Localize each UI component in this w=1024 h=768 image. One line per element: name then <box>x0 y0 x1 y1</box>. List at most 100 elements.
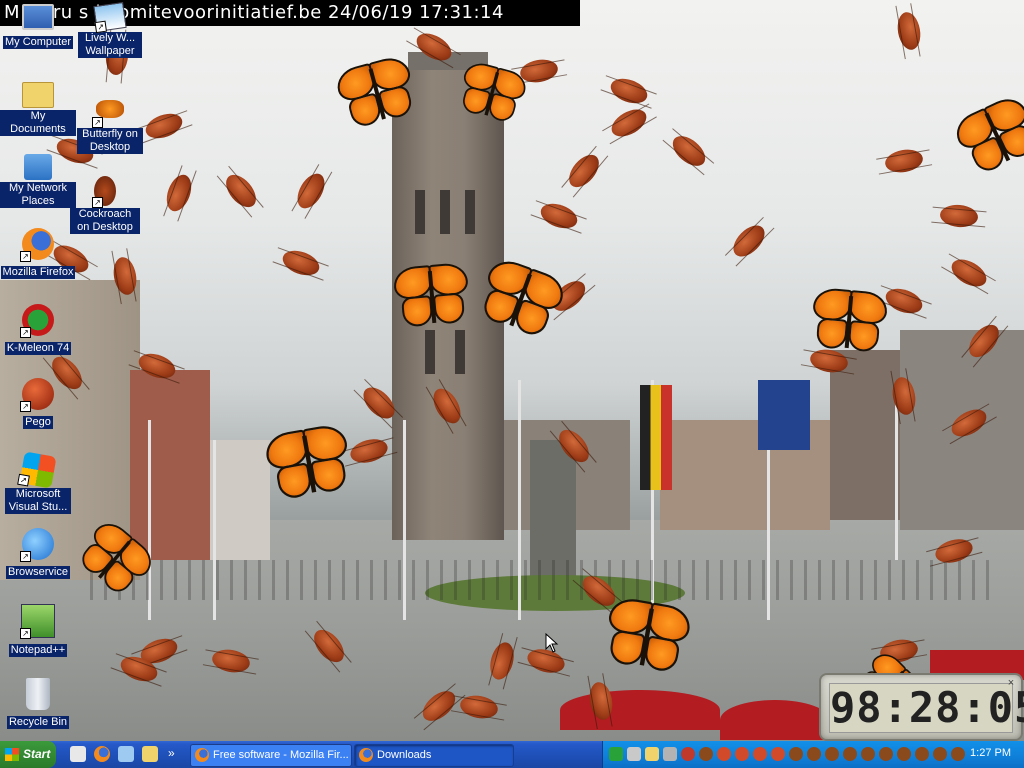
cockroach-icon[interactable] <box>699 747 713 761</box>
crowd <box>90 560 990 600</box>
butterfly[interactable] <box>262 422 355 503</box>
red-awning <box>720 700 830 740</box>
icon-label: Notepad++ <box>8 644 68 657</box>
tray-app-icon[interactable] <box>609 747 623 761</box>
tray-app-icon[interactable] <box>735 747 749 761</box>
chevron-right-icon[interactable]: » <box>168 746 175 760</box>
show-desktop-icon[interactable] <box>70 746 86 762</box>
tower-window <box>440 190 450 234</box>
tray-app-icon[interactable] <box>663 747 677 761</box>
shortcut-arrow-icon: ↗ <box>20 401 31 412</box>
desktop-icon-pego[interactable]: ↗ Pego <box>0 378 76 430</box>
desktop-icon-my-documents[interactable]: My Documents <box>0 82 76 137</box>
cockroach-icon[interactable] <box>933 747 947 761</box>
cockroach[interactable] <box>607 103 651 143</box>
cockroach[interactable] <box>220 169 262 213</box>
cockroach[interactable] <box>667 130 711 172</box>
desktop-icon-butterfly[interactable]: ↗ Butterfly on Desktop <box>72 94 148 155</box>
butterfly[interactable] <box>392 261 471 330</box>
media-player-icon[interactable] <box>118 746 134 762</box>
shortcut-arrow-icon: ↗ <box>20 327 31 338</box>
tray-app-icon[interactable] <box>681 747 695 761</box>
clock-widget[interactable]: 98:28:05 × <box>819 673 1024 741</box>
desktop-icon-my-computer[interactable]: My Computer <box>0 4 76 50</box>
cockroach[interactable] <box>291 169 331 213</box>
mouse-cursor-icon <box>545 632 559 658</box>
cockroach-icon[interactable] <box>897 747 911 761</box>
desktop-icon-notepadpp[interactable]: ↗ Notepad++ <box>0 604 76 658</box>
shortcut-arrow-icon: ↗ <box>92 197 103 208</box>
butterfly[interactable] <box>601 595 694 676</box>
cockroach[interactable] <box>939 203 979 229</box>
icon-label: My Documents <box>0 110 76 136</box>
icon-label: Browservice <box>6 566 70 579</box>
cockroach[interactable] <box>607 74 651 108</box>
close-icon[interactable]: × <box>1005 677 1017 689</box>
desktop-icon-recycle-bin[interactable]: Recycle Bin <box>0 678 76 730</box>
firefox-icon[interactable] <box>94 746 110 762</box>
cockroach[interactable] <box>882 284 926 318</box>
cockroach-icon: ↗ <box>92 176 116 208</box>
taskbar: Start » Free software - Mozilla Fir... D… <box>0 741 1024 768</box>
cockroach-icon[interactable] <box>807 747 821 761</box>
icon-label: Microsoft Visual Stu... <box>5 488 71 514</box>
butterfly[interactable] <box>950 92 1024 179</box>
desktop-icon-visual-studio[interactable]: ↗ Microsoft Visual Stu... <box>0 451 76 515</box>
taskbar-button-firefox[interactable]: Free software - Mozilla Fir... <box>190 744 352 767</box>
tower-window <box>465 190 475 234</box>
cockroach-icon[interactable] <box>825 747 839 761</box>
desktop: M t Bru s | comitevoorinitiatief.be 24/0… <box>0 0 1024 741</box>
tray-app-icon[interactable] <box>717 747 731 761</box>
shortcut-arrow-icon: ↗ <box>17 473 30 487</box>
pego-icon: ↗ <box>20 378 54 412</box>
notepad-icon: ↗ <box>20 604 55 639</box>
taskbar-button-downloads[interactable]: Downloads <box>354 744 514 767</box>
tray-app-icon[interactable] <box>753 747 767 761</box>
tray-app-icon[interactable] <box>645 747 659 761</box>
tray-app-icon[interactable] <box>771 747 785 761</box>
cockroach[interactable] <box>537 199 581 233</box>
cockroach-icon[interactable] <box>861 747 875 761</box>
cockroach[interactable] <box>727 219 771 263</box>
icon-label: K-Meleon 74 <box>4 342 72 355</box>
cockroach[interactable] <box>279 246 323 280</box>
cockroach[interactable] <box>162 171 196 215</box>
red-awning <box>560 690 720 730</box>
visual-studio-icon: ↗ <box>17 451 57 489</box>
system-tray: 1:27 PM <box>602 741 1024 768</box>
butterfly[interactable] <box>809 286 889 355</box>
cockroach-icon[interactable] <box>915 747 929 761</box>
shortcut-arrow-icon: ↗ <box>20 551 31 562</box>
explorer-icon[interactable] <box>142 746 158 762</box>
cockroach-icon[interactable] <box>879 747 893 761</box>
desktop-icon-cockroach[interactable]: ↗ Cockroach on Desktop <box>67 176 143 235</box>
desktop-icon-firefox[interactable]: ↗ Mozilla Firefox <box>0 228 76 280</box>
start-label: Start <box>23 747 51 761</box>
building-left-white <box>210 440 270 560</box>
desktop-icon-network-places[interactable]: My Network Places <box>0 154 76 209</box>
cockroach[interactable] <box>563 149 605 193</box>
building-left-red <box>130 370 210 560</box>
icon-label: Butterfly on Desktop <box>77 128 143 154</box>
tray-app-icon[interactable] <box>627 747 641 761</box>
start-button[interactable]: Start <box>0 741 56 768</box>
belgian-flag <box>640 385 672 490</box>
cockroach[interactable] <box>883 146 925 176</box>
cockroach-icon[interactable] <box>951 747 965 761</box>
cockroach[interactable] <box>347 435 391 467</box>
network-icon <box>24 154 52 180</box>
cockroach-icon[interactable] <box>843 747 857 761</box>
cockroach[interactable] <box>894 10 924 52</box>
desktop-icon-lively-wallpaper[interactable]: ↗ Lively W... Wallpaper <box>72 2 148 59</box>
icon-label: Recycle Bin <box>6 716 70 729</box>
tower-window <box>415 190 425 234</box>
wallpaper-icon: ↗ <box>93 2 127 34</box>
kmeleon-icon: ↗ <box>20 304 54 338</box>
cockroach-icon[interactable] <box>789 747 803 761</box>
desktop-icon-browservice[interactable]: ↗ Browservice <box>0 528 76 580</box>
tray-clock[interactable]: 1:27 PM <box>970 747 1011 759</box>
cockroach[interactable] <box>947 253 991 293</box>
cockroach[interactable] <box>142 109 186 143</box>
firefox-icon <box>195 748 209 762</box>
desktop-icon-kmeleon[interactable]: ↗ K-Meleon 74 <box>0 304 76 356</box>
